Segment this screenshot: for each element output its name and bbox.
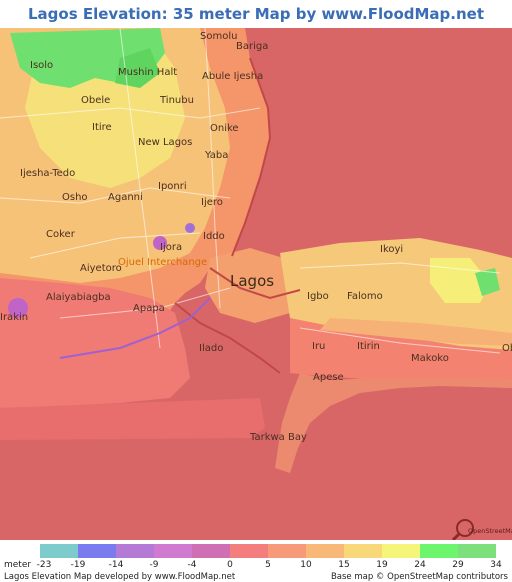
legend-tick-label: 5 [265,560,271,570]
label-iddo: Iddo [203,231,225,242]
legend-swatch [344,544,382,558]
legend-swatch [116,544,154,558]
legend-tick-label: 34 [490,560,502,570]
legend-swatch [306,544,344,558]
label-tarkwa-bay: Tarkwa Bay [249,432,307,443]
legend-tick-label: -14 [108,560,124,570]
legend-tick-label: 24 [414,560,426,570]
label-onike: Onike [210,123,239,134]
legend-swatch [78,544,116,558]
label-new-lagos: New Lagos [138,137,192,148]
legend-tick-label: -19 [70,560,86,570]
label-ilado: Ilado [199,343,223,354]
elevation-legend: meter -23 -19 -14 -9 -4 0 5 10 15 19 24 29 34 Lagos … [0,542,512,582]
legend-swatch [268,544,306,558]
label-oshodi: Osho [62,192,88,203]
elevation-map[interactable]: Somolu Bariga Isolo Mushin Halt Abule Ij… [0,28,512,540]
label-tinubu: Tinubu [159,95,194,106]
legend-tick-label: 29 [452,560,464,570]
label-ijesha-tedo: Ijesha-Tedo [20,168,75,179]
legend-swatch [40,544,78,558]
legend-swatch [154,544,192,558]
label-obele: Obele [81,95,110,106]
label-makoko: Makoko [411,353,449,364]
label-alaiyabiagba: Alaiyabiagba [46,292,111,303]
legend-swatch [192,544,230,558]
map-title: Lagos Elevation: 35 meter Map by www.Flo… [27,5,484,51]
legend-swatch [382,544,420,558]
osm-logo-text: OpenStreetMap [468,527,512,535]
label-ijora: Ijora [160,242,182,253]
label-igbo: Igbo [307,291,329,302]
label-ikoyi: Ikoyi [380,244,403,255]
legend-tick-label: -4 [187,560,197,570]
legend-tick-label: 0 [227,560,233,570]
label-bariga: Bariga [236,41,268,52]
legend-swatch [458,544,496,558]
label-lagos: Lagos [230,272,274,290]
legend-swatch [420,544,458,558]
label-mushin-halt: Mushin Halt [118,67,177,78]
label-somolu: Somolu [200,31,237,42]
legend-tick-label: -9 [149,560,159,570]
label-iru: Iru [312,341,325,352]
label-yaba: Yaba [204,150,228,161]
label-ob: Ob [502,343,512,354]
label-coker: Coker [46,229,76,240]
label-itire: Itire [92,122,112,133]
legend-tick-label: 15 [338,560,350,570]
label-iponri: Iponri [158,181,187,192]
legend-tick-label: 10 [300,560,312,570]
label-falomo: Falomo [347,291,383,302]
legend-tick-label: -23 [36,560,52,570]
legend-unit: meter [4,560,32,570]
label-ojuelegba-interchange: Ojuel Interchange [118,257,207,268]
credit-floodmap: Lagos Elevation Map developed by www.Flo… [4,572,236,582]
label-apese: Apese [313,372,344,383]
label-ijero: Ijero [201,197,223,208]
label-aiyetoro: Aiyetoro [80,263,122,274]
label-irakin: Irakin [0,312,28,323]
credit-osm: Base map © OpenStreetMap contributors [330,572,508,582]
label-abule-ijesha: Abule Ijesha [202,71,263,82]
label-aganni: Aganni [108,192,143,203]
legend-tick-label: 19 [376,560,388,570]
legend-swatch [230,544,268,558]
label-itirin: Itirin [357,341,380,352]
label-apapa: Apapa [133,303,165,314]
label-isolo: Isolo [30,60,53,71]
low-spot [185,223,195,233]
